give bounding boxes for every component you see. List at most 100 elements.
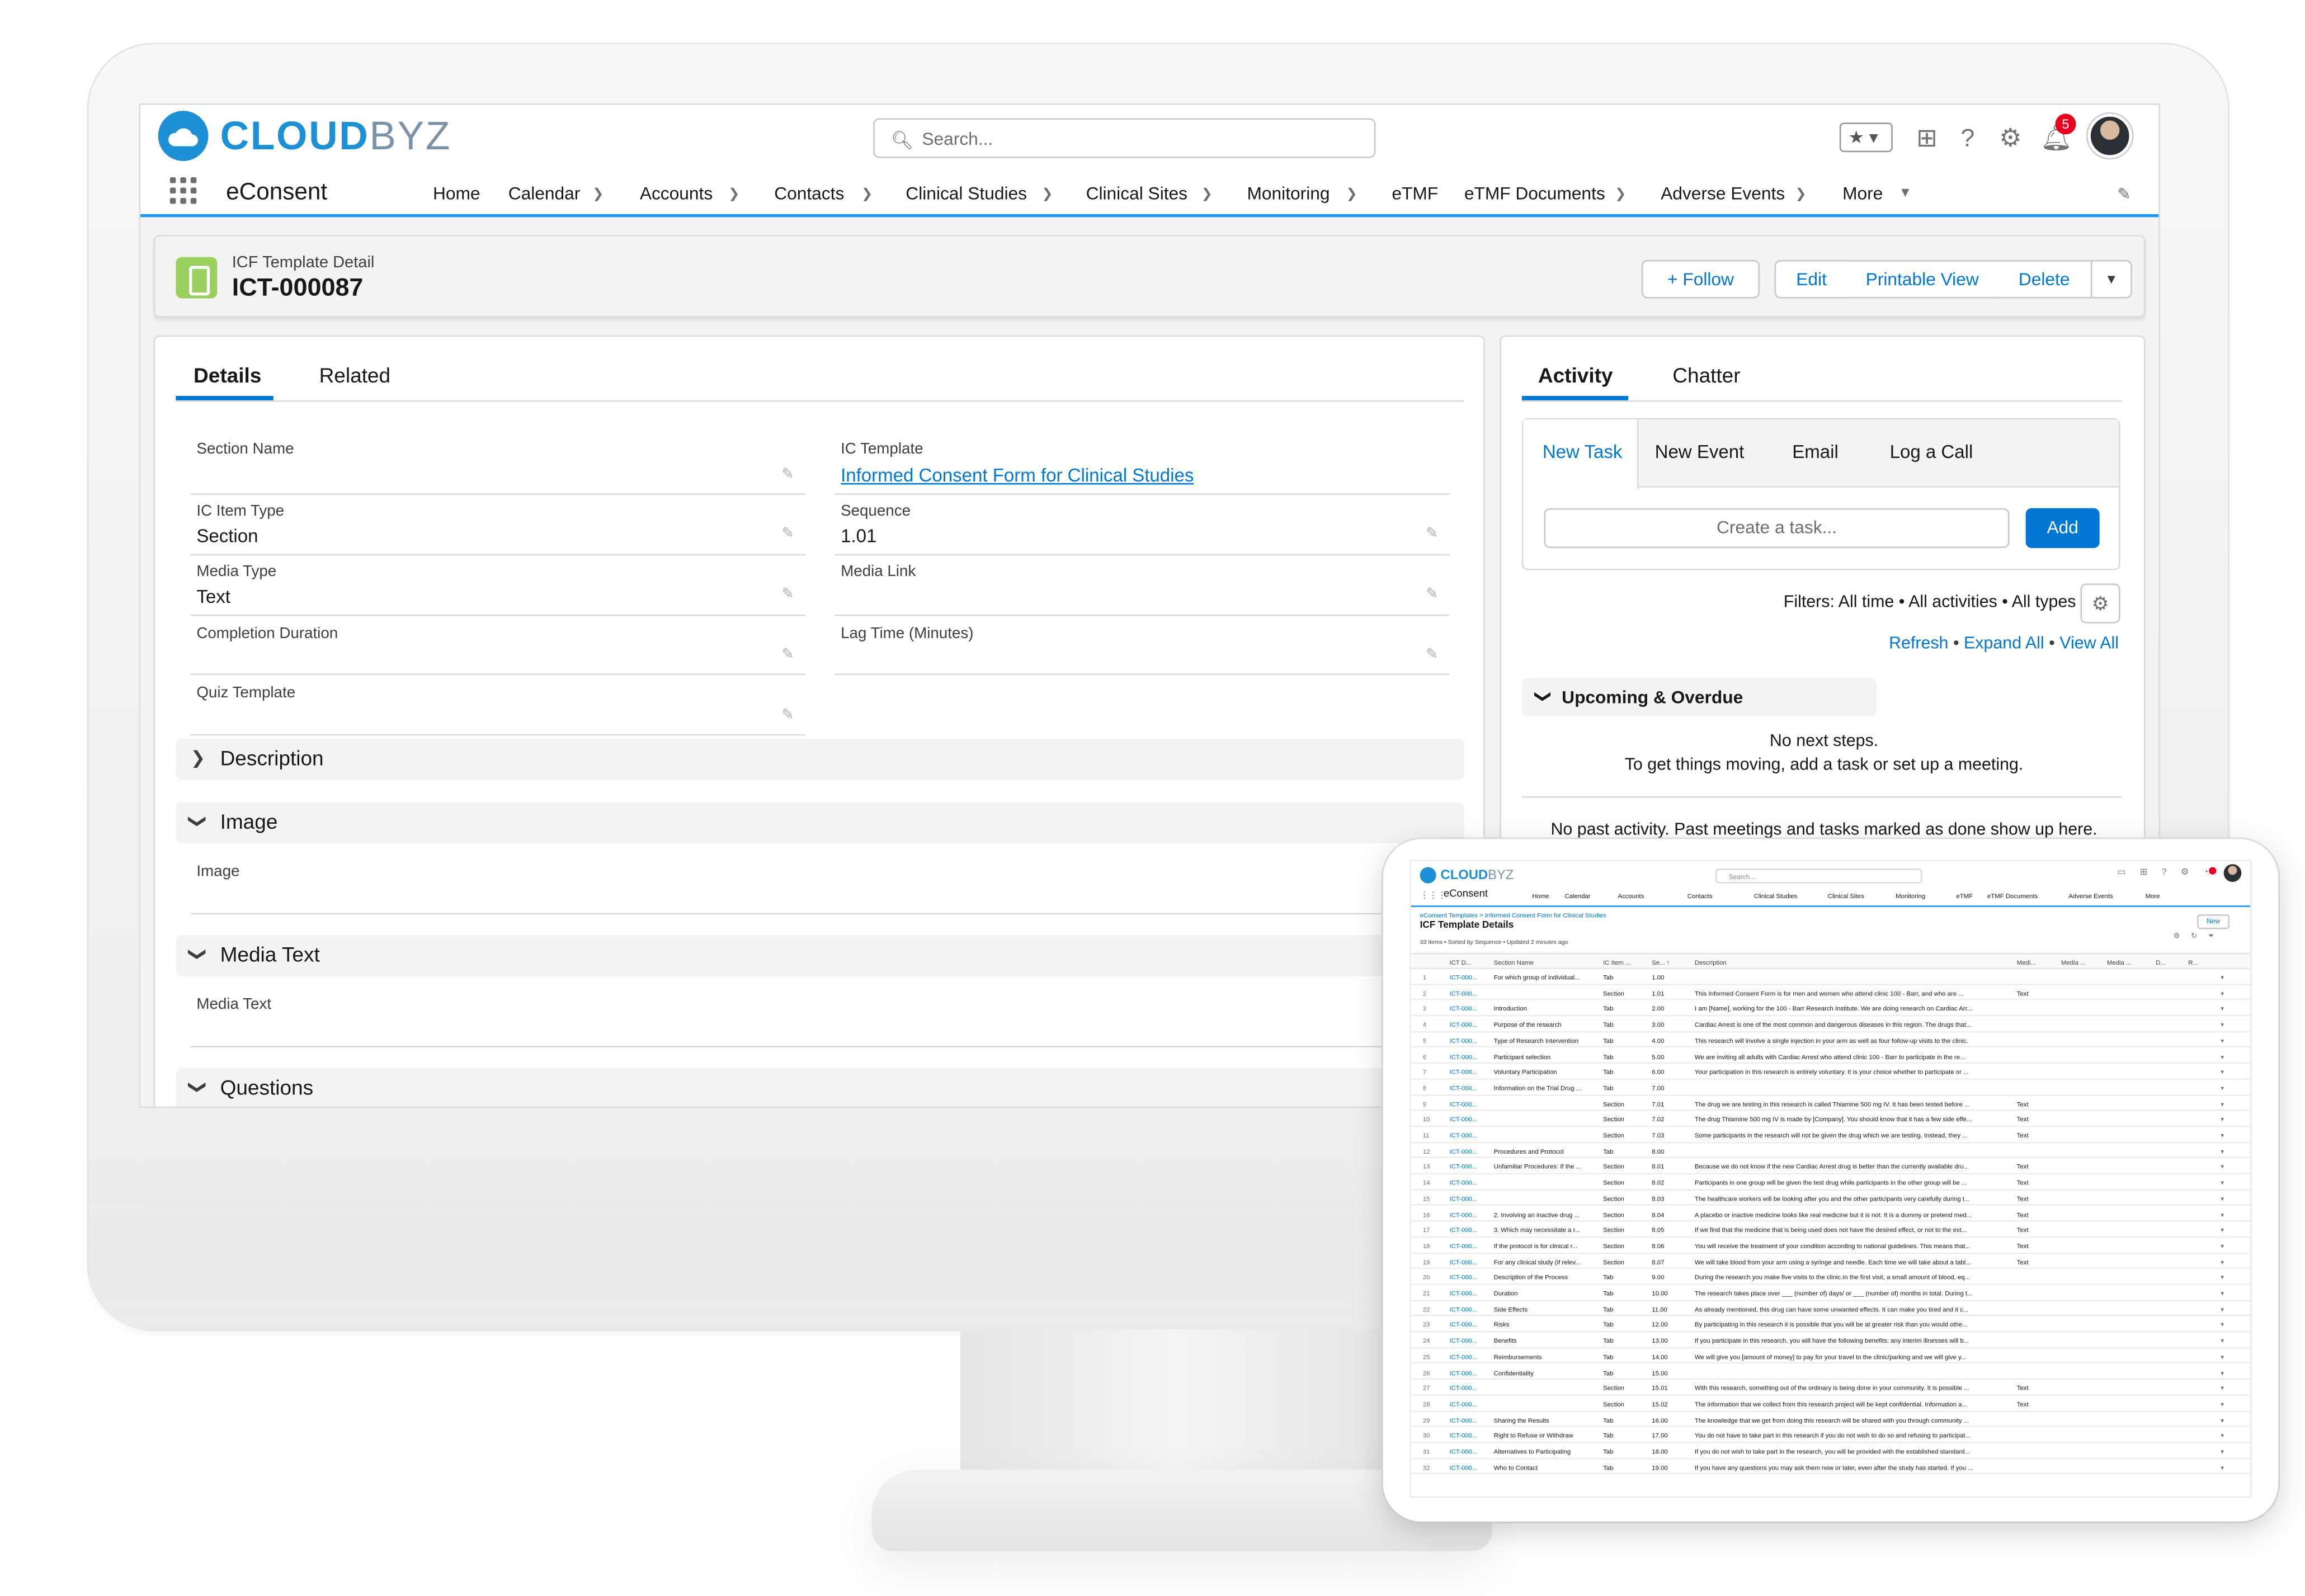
col-header-sequence[interactable]: Se... ↑ (1652, 958, 1670, 966)
row-action-caret-icon[interactable]: ▾ (2221, 1226, 2224, 1235)
table-cell[interactable]: ICT-000... (1449, 1432, 1491, 1439)
table-row[interactable]: 14 ICT-000... Section 8.02 Participants in o… (1411, 1174, 2251, 1191)
row-action-caret-icon[interactable]: ▾ (2221, 1068, 2224, 1077)
row-action-caret-icon[interactable]: ▾ (2221, 1163, 2224, 1172)
user-avatar[interactable] (2087, 114, 2132, 158)
chevron-down-icon[interactable]: ❯ (861, 186, 873, 202)
table-cell[interactable]: ICT-000... (1449, 1037, 1491, 1044)
table-cell[interactable]: ICT-000... (1449, 1385, 1491, 1392)
table-row[interactable]: 4 ICT-000... Purpose of the research Tab 3.0… (1411, 1017, 2251, 1032)
table-row[interactable]: 30 ICT-000... Right to Refuse or Withdraw T… (1411, 1428, 2251, 1443)
row-action-caret-icon[interactable]: ▾ (2221, 1448, 2224, 1457)
tablet-list-controls-icons[interactable]: ⚙ ↻ ⏷ (2174, 932, 2218, 941)
nav-item-home[interactable]: Home (433, 183, 480, 204)
row-action-caret-icon[interactable]: ▾ (2221, 1321, 2224, 1330)
global-actions-plus-icon[interactable]: ⊞ (1916, 124, 1938, 154)
row-action-caret-icon[interactable]: ▾ (2221, 1258, 2224, 1267)
chevron-down-icon[interactable]: ❯ (1615, 186, 1626, 202)
table-row[interactable]: 16 ICT-000... 2. Involving an inactive dru… (1411, 1206, 2251, 1222)
tablet-avatar[interactable] (2223, 864, 2242, 882)
table-cell[interactable]: ICT-000... (1449, 1274, 1491, 1281)
row-action-caret-icon[interactable]: ▾ (2221, 1100, 2224, 1109)
col-header-description[interactable]: Description (1695, 958, 1727, 966)
section-questions-header[interactable]: ❯ Questions (176, 1068, 1464, 1107)
table-cell[interactable]: ICT-000... (1449, 1005, 1491, 1012)
chevron-down-icon[interactable]: ❯ (1795, 186, 1807, 202)
delete-button[interactable]: Delete (1997, 259, 2092, 299)
tab-related[interactable]: Related (319, 363, 390, 387)
table-cell[interactable]: ICT-000... (1449, 1290, 1491, 1297)
tab-email[interactable]: Email (1792, 442, 1839, 462)
table-row[interactable]: 1 ICT-000... For which group of individual… (1411, 969, 2251, 985)
edit-pencil-icon[interactable]: ✎ (781, 647, 794, 663)
edit-pencil-icon[interactable]: ✎ (1426, 587, 1438, 603)
chevron-down-icon[interactable]: ❯ (1041, 186, 1053, 202)
chevron-down-icon[interactable]: ❯ (1201, 186, 1213, 202)
table-row[interactable]: 25 ICT-000... Reimbursements Tab 14.00 We wil… (1411, 1348, 2251, 1364)
section-media-text-header[interactable]: ❯ Media Text (176, 935, 1464, 977)
nav-item-contacts[interactable]: Contacts (774, 183, 844, 204)
expand-all-link[interactable]: Expand All (1964, 635, 2044, 653)
col-header-r[interactable]: R... (2188, 958, 2198, 966)
table-cell[interactable]: ICT-000... (1449, 1195, 1491, 1202)
table-cell[interactable]: ICT-000... (1449, 1368, 1491, 1376)
table-row[interactable]: 10 ICT-000... Section 7.02 The drug Thiamine… (1411, 1111, 2251, 1127)
tablet-search-input[interactable]: Search... (1715, 868, 1922, 884)
tablet-new-button[interactable]: New (2197, 914, 2230, 929)
row-action-caret-icon[interactable]: ▾ (2221, 1195, 2224, 1204)
table-row[interactable]: 9 ICT-000... Section 7.01 The drug we are te… (1411, 1096, 2251, 1112)
table-cell[interactable]: ICT-000... (1449, 1463, 1491, 1471)
edit-pencil-icon[interactable]: ✎ (1426, 526, 1438, 542)
row-action-caret-icon[interactable]: ▾ (2221, 1148, 2224, 1156)
follow-button[interactable]: + Follow (1641, 259, 1760, 299)
table-cell[interactable]: ICT-000... (1449, 1148, 1491, 1155)
table-row[interactable]: 17 ICT-000... 3. Which may necessitate a r… (1411, 1222, 2251, 1238)
tablet-nav-contacts[interactable]: Contacts (1687, 893, 1713, 900)
section-image-header[interactable]: ❯ Image (176, 802, 1464, 844)
refresh-link[interactable]: Refresh (1889, 635, 1948, 653)
upcoming-overdue-header[interactable]: ❯ Upcoming & Overdue (1521, 678, 1877, 717)
setup-gear-icon[interactable]: ⚙︎ (1999, 124, 2021, 154)
table-cell[interactable]: ICT-000... (1449, 1116, 1491, 1123)
table-row[interactable]: 31 ICT-000... Alternatives to Participatin… (1411, 1443, 2251, 1460)
col-header-media2[interactable]: Media ... (2061, 958, 2086, 966)
table-cell[interactable]: ICT-000... (1449, 1100, 1491, 1107)
chevron-down-icon[interactable]: ❯ (592, 186, 604, 202)
nav-item-etmf-documents[interactable]: eTMF Documents (1464, 183, 1605, 204)
chevron-down-icon[interactable]: ❯ (1346, 186, 1357, 202)
row-action-caret-icon[interactable]: ▾ (2221, 1290, 2224, 1298)
row-action-caret-icon[interactable]: ▾ (2221, 1037, 2224, 1046)
view-all-link[interactable]: View All (2059, 635, 2119, 653)
tab-activity[interactable]: Activity (1538, 363, 1613, 387)
col-header-d[interactable]: D... (2156, 958, 2166, 966)
table-cell[interactable]: ICT-000... (1449, 1179, 1491, 1186)
nav-item-clinical-sites[interactable]: Clinical Sites (1086, 183, 1187, 204)
tab-log-a-call[interactable]: Log a Call (1890, 442, 1973, 462)
row-action-caret-icon[interactable]: ▾ (2221, 1463, 2224, 1472)
help-question-icon[interactable]: ? (1960, 124, 1974, 154)
table-cell[interactable]: ICT-000... (1449, 1448, 1491, 1455)
section-description-header[interactable]: ❯ Description (176, 738, 1464, 780)
table-row[interactable]: 18 ICT-000... If the protocol is for clini… (1411, 1238, 2251, 1254)
table-row[interactable]: 13 ICT-000... Unfamiliar Procedures: If th… (1411, 1159, 2251, 1175)
row-action-caret-icon[interactable]: ▾ (2221, 1005, 2224, 1014)
table-cell[interactable]: ICT-000... (1449, 1242, 1491, 1249)
table-cell[interactable]: ICT-000... (1449, 1305, 1491, 1312)
table-row[interactable]: 29 ICT-000... Sharing the Results Tab 16.00 T… (1411, 1411, 2251, 1428)
table-row[interactable]: 3 ICT-000... Introduction Tab 2.00 I am [Name… (1411, 1000, 2251, 1017)
row-action-caret-icon[interactable]: ▾ (2221, 1211, 2224, 1220)
tablet-nav-clinical-sites[interactable]: Clinical Sites (1828, 893, 1864, 900)
col-header-media3[interactable]: Media ... (2107, 958, 2132, 966)
table-row[interactable]: 2 ICT-000... Section 1.01 This Informed Cons… (1411, 985, 2251, 1001)
tablet-nav-home[interactable]: Home (1532, 893, 1549, 900)
global-search[interactable]: 🔍︎ Search... (873, 118, 1376, 158)
row-action-caret-icon[interactable]: ▾ (2221, 1400, 2224, 1409)
table-cell[interactable]: ICT-000... (1449, 1021, 1491, 1028)
edit-pencil-icon[interactable]: ✎ (781, 587, 794, 603)
tab-details[interactable]: Details (194, 363, 261, 387)
edit-pencil-icon[interactable]: ✎ (1426, 647, 1438, 663)
nav-item-etmf[interactable]: eTMF (1392, 183, 1438, 204)
row-action-caret-icon[interactable]: ▾ (2221, 1337, 2224, 1346)
filter-settings-gear-icon[interactable]: ⚙︎ (2080, 583, 2120, 624)
col-header-section-name[interactable]: Section Name (1494, 958, 1534, 966)
